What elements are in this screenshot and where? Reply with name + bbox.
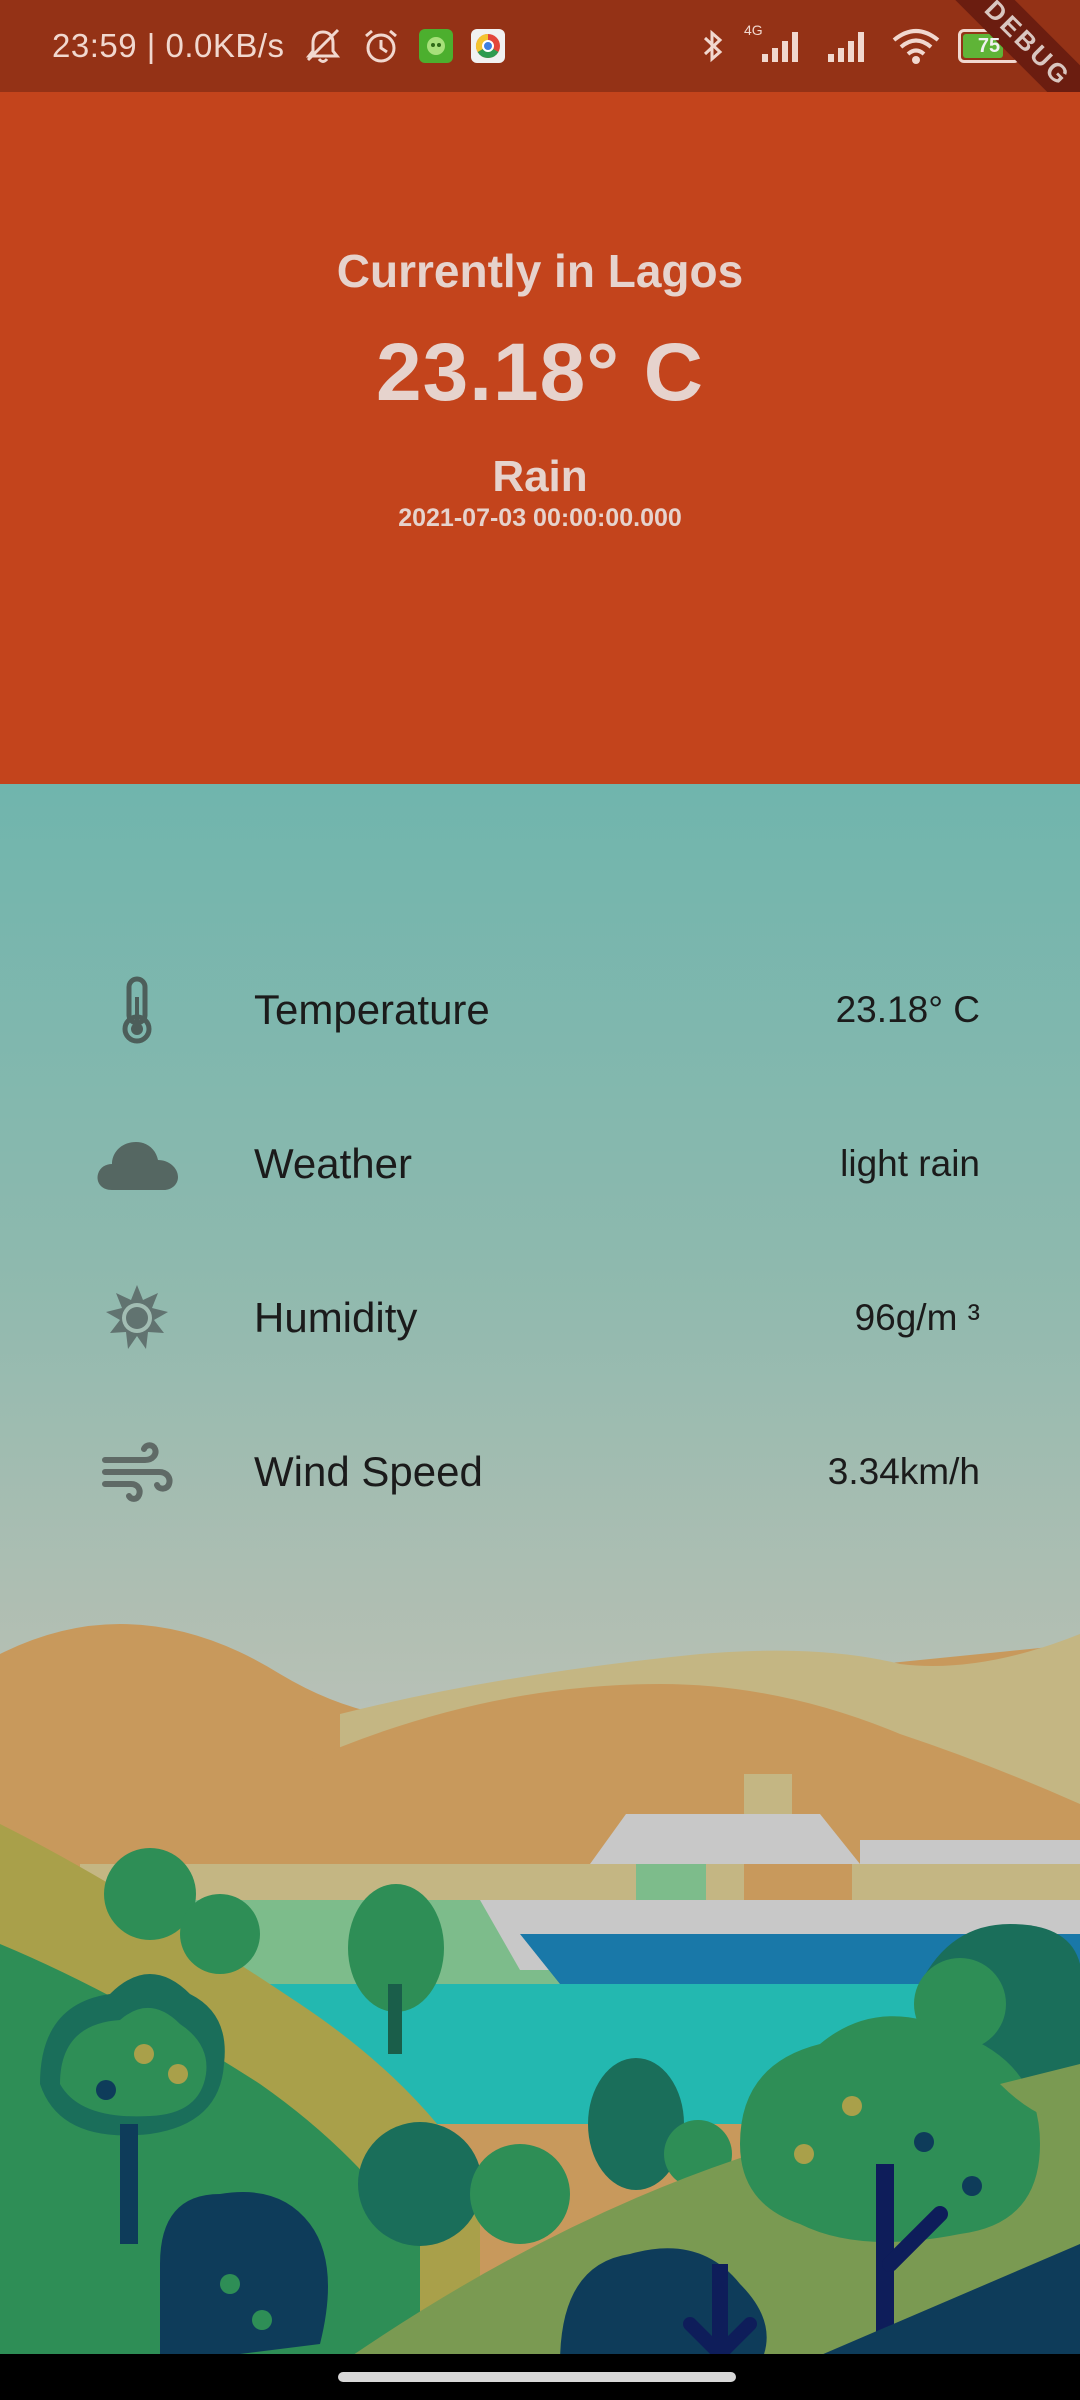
thermometer-icon — [92, 965, 182, 1055]
wind-icon — [92, 1427, 182, 1517]
status-time-speed: 23:59 | 0.0KB/s — [52, 27, 285, 64]
signal-icon: 4G — [744, 22, 808, 66]
current-weather-header: Currently in Lagos 23.18° C Rain 2021-07… — [0, 92, 1080, 784]
landscape-illustration — [0, 1624, 1080, 2354]
detail-value: 23.18° C — [835, 989, 980, 1030]
system-navigation-bar — [0, 2354, 1080, 2400]
detail-label: Weather — [254, 1140, 412, 1187]
date-time: 2021-07-03 00:00:00.000 — [398, 504, 682, 532]
bluetooth-icon — [703, 29, 723, 63]
detail-label: Wind Speed — [254, 1448, 483, 1495]
mute-icon — [305, 28, 340, 63]
app-icon — [418, 29, 453, 63]
detail-label: Humidity — [254, 1294, 418, 1341]
detail-row-wind-speed[interactable]: Wind Speed 3.34km/h — [0, 1412, 1080, 1532]
detail-value: 96g/m ³ — [854, 1297, 980, 1338]
sun-icon — [92, 1273, 182, 1363]
weather-details-panel: Temperature 23.18° C Weather light rain … — [0, 784, 1080, 2354]
detail-row-humidity[interactable]: Humidity 96g/m ³ — [0, 1258, 1080, 1378]
detail-row-temperature[interactable]: Temperature 23.18° C — [0, 950, 1080, 1070]
home-gesture-bar[interactable] — [338, 2372, 736, 2382]
detail-value: 3.34km/h — [827, 1451, 980, 1492]
location-title: Currently in Lagos — [336, 245, 744, 297]
status-bar: 23:59 | 0.0KB/s 4G 75 DEBUG — [0, 0, 1080, 129]
chrome-icon — [470, 29, 505, 63]
signal-icon — [828, 32, 864, 62]
detail-label: Temperature — [254, 986, 490, 1033]
alarm-icon — [364, 29, 397, 63]
battery-level: 75 — [977, 34, 1001, 57]
cloud-icon — [92, 1119, 182, 1209]
detail-value: light rain — [840, 1143, 980, 1184]
wifi-icon — [892, 29, 940, 64]
weather-condition: Rain — [492, 452, 588, 501]
network-type-label: 4G — [744, 22, 763, 38]
current-temperature: 23.18° C — [376, 327, 704, 418]
detail-row-weather[interactable]: Weather light rain — [0, 1104, 1080, 1224]
